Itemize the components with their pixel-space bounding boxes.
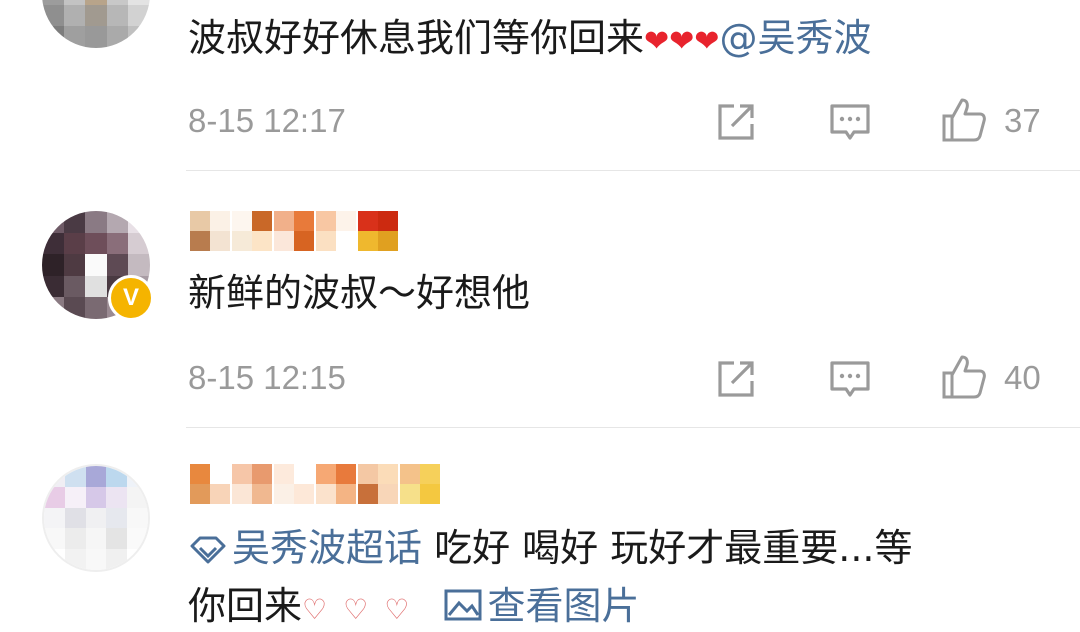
finger-heart-emoji: ♡ — [343, 593, 369, 626]
heart-emoji: ❤ — [644, 24, 670, 59]
share-icon — [718, 361, 754, 397]
comment-icon — [830, 361, 870, 397]
topic-link[interactable]: 吴秀波超话 — [188, 526, 422, 570]
comment-item: V 新鲜的波叔～好想他 8-15 12:15 40 — [0, 171, 1080, 427]
heart-emoji: ❤ — [694, 24, 720, 59]
share-button[interactable] — [714, 100, 758, 144]
share-icon — [718, 104, 754, 140]
view-image-link[interactable]: 查看图片 — [443, 584, 639, 628]
comment-feed: 波叔好好休息我们等你回来❤❤❤@吴秀波 8-15 12:17 37 V 新鲜的波… — [0, 0, 1080, 632]
like-count: 37 — [1004, 102, 1041, 139]
thumbs-up-icon — [942, 355, 986, 399]
finger-heart-emoji: ♡ — [302, 593, 328, 626]
comment-text-line2: 你回来♡ ♡ ♡ 查看图片 — [188, 580, 639, 632]
username-mosaic[interactable] — [190, 211, 398, 251]
topic-diamond-icon — [188, 525, 228, 577]
username-mosaic[interactable] — [190, 464, 440, 504]
finger-heart-emoji: ♡ — [384, 593, 410, 626]
comment-text: 波叔好好休息我们等你回来❤❤❤@吴秀波 — [188, 12, 871, 68]
comment-timestamp: 8-15 12:15 — [188, 359, 346, 396]
comment-body: 你回来 — [188, 584, 303, 628]
comment-text: 吴秀波超话 吃好 喝好 玩好才最重要...等 — [188, 522, 913, 577]
heart-emoji: ❤ — [669, 24, 695, 59]
comment-body: 吃好 喝好 玩好才最重要...等 — [422, 526, 913, 570]
image-icon — [443, 583, 483, 632]
topic-label[interactable]: 吴秀波超话 — [232, 526, 422, 570]
view-image-label[interactable]: 查看图片 — [487, 584, 639, 628]
comment-text: 新鲜的波叔～好想他 — [188, 271, 531, 315]
like-count: 40 — [1004, 359, 1041, 396]
comment-button[interactable] — [828, 100, 872, 144]
thumbs-up-icon — [942, 98, 986, 142]
avatar[interactable] — [42, 0, 150, 48]
comment-icon — [830, 104, 870, 140]
like-button[interactable] — [940, 96, 988, 144]
comment-button[interactable] — [828, 357, 872, 401]
mention-link[interactable]: @吴秀波 — [719, 16, 871, 60]
comment-item: 吴秀波超话 吃好 喝好 玩好才最重要...等 你回来♡ ♡ ♡ 查看图片 — [0, 428, 1080, 632]
comment-timestamp: 8-15 12:17 — [188, 102, 346, 139]
comment-item: 波叔好好休息我们等你回来❤❤❤@吴秀波 8-15 12:17 37 — [0, 0, 1080, 170]
verified-badge: V — [108, 275, 154, 321]
avatar[interactable] — [42, 464, 150, 572]
share-button[interactable] — [714, 357, 758, 401]
like-button[interactable] — [940, 353, 988, 401]
comment-body: 波叔好好休息我们等你回来 — [188, 16, 645, 60]
